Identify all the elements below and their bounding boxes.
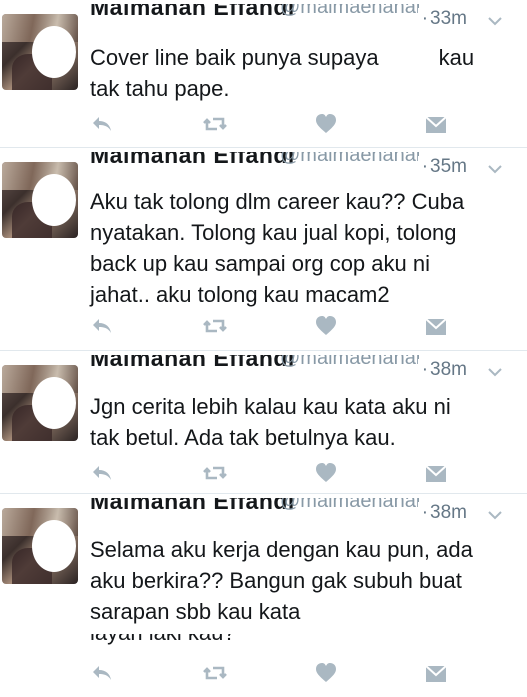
- heart-icon[interactable]: [314, 660, 340, 686]
- author-name[interactable]: Maimanah Effandi: [90, 4, 295, 21]
- author-handle[interactable]: @maimaenanai: [280, 4, 420, 19]
- envelope-icon[interactable]: [424, 313, 450, 339]
- tweet-header: Maimanah Effandi @maimaenanai · 35m: [90, 152, 515, 178]
- reply-icon[interactable]: [90, 660, 116, 686]
- heart-icon[interactable]: [314, 111, 340, 137]
- reply-icon[interactable]: [90, 460, 116, 486]
- author-handle[interactable]: @maimaenanai: [280, 498, 420, 513]
- author-name[interactable]: Maimanah Effandi: [90, 498, 295, 515]
- chevron-down-icon[interactable]: [487, 14, 503, 28]
- tweet-actions: [88, 660, 448, 686]
- retweet-icon[interactable]: [202, 660, 228, 686]
- tweet-actions: [88, 111, 448, 137]
- avatar[interactable]: [2, 365, 78, 441]
- reply-icon[interactable]: [90, 111, 116, 137]
- author-name[interactable]: Maimanah Effandi: [90, 355, 295, 372]
- timestamp[interactable]: · 35m: [417, 156, 467, 178]
- envelope-icon[interactable]: [424, 111, 450, 137]
- author-handle[interactable]: @maimaenanai: [280, 355, 420, 370]
- tweet-header: Maimanah Effandi @maimaenanai · 38m: [90, 498, 515, 524]
- chevron-down-icon[interactable]: [487, 162, 503, 176]
- chevron-down-icon[interactable]: [487, 365, 503, 379]
- envelope-icon[interactable]: [424, 460, 450, 486]
- chevron-down-icon[interactable]: [487, 508, 503, 522]
- heart-icon[interactable]: [314, 460, 340, 486]
- tweet-text: Aku tak tolong dlm career kau?? Cuba nya…: [90, 189, 465, 307]
- tweet[interactable]: Maimanah Effandi @maimaenanai · 38m Jgn c…: [0, 351, 527, 494]
- avatar[interactable]: [2, 162, 78, 238]
- tweet[interactable]: Maimanah Effandi @maimaenanai · 35m Aku t…: [0, 148, 527, 351]
- retweet-icon[interactable]: [202, 313, 228, 339]
- author-name[interactable]: Maimanah Effandi: [90, 152, 295, 169]
- tweet-header: Maimanah Effandi @maimaenanai · 33m: [90, 4, 515, 30]
- reply-icon[interactable]: [90, 313, 116, 339]
- tweet[interactable]: Maimanah Effandi @maimaenanai · 38m Selam…: [0, 494, 527, 697]
- tweet-text: Selama aku kerja dengan kau pun, ada aku…: [90, 537, 473, 624]
- tweet[interactable]: Maimanah Effandi @maimaenanai · 33m Cover…: [0, 0, 527, 148]
- envelope-icon[interactable]: [424, 660, 450, 686]
- timestamp[interactable]: · 38m: [417, 502, 467, 524]
- tweet-actions: [88, 460, 448, 486]
- tweet-text-cut: layan laki kau?: [90, 634, 236, 646]
- tweet-text: Cover line baik punya supaya kau tak tah…: [90, 42, 510, 104]
- heart-icon[interactable]: [314, 313, 340, 339]
- tweet-text: Jgn cerita lebih kalau kau kata aku ni t…: [90, 394, 451, 450]
- author-handle[interactable]: @maimaenanai: [280, 152, 420, 167]
- timestamp[interactable]: · 38m: [417, 359, 467, 381]
- retweet-icon[interactable]: [202, 111, 228, 137]
- timestamp[interactable]: · 33m: [417, 8, 467, 30]
- tweet-actions: [88, 313, 448, 339]
- tweet-header: Maimanah Effandi @maimaenanai · 38m: [90, 355, 515, 381]
- retweet-icon[interactable]: [202, 460, 228, 486]
- avatar[interactable]: [2, 508, 78, 584]
- avatar[interactable]: [2, 14, 78, 90]
